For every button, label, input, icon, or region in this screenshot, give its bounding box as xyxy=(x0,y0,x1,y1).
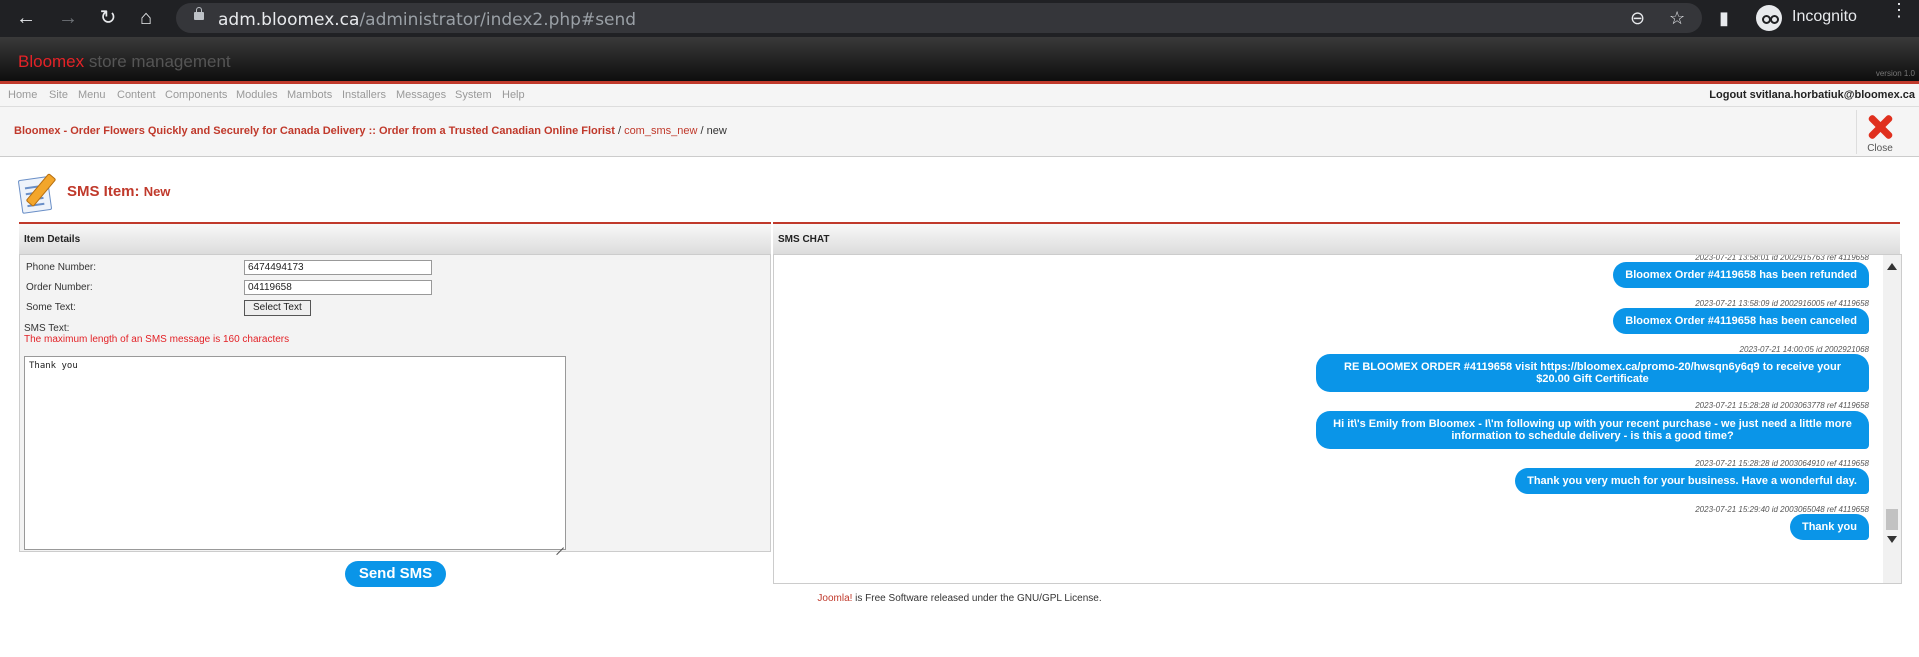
scroll-up-arrow-icon[interactable] xyxy=(1887,263,1897,270)
sms-text-input[interactable]: Thank you xyxy=(24,356,566,550)
message-meta: 2023-07-21 15:29:40 id 2003065048 ref 41… xyxy=(1695,505,1869,514)
message-meta: 2023-07-21 15:28:28 id 2003063778 ref 41… xyxy=(1695,401,1869,410)
select-text-button[interactable]: Select Text xyxy=(244,300,311,316)
menu-components[interactable]: Components xyxy=(165,89,227,101)
menu-installers[interactable]: Installers xyxy=(342,89,386,101)
chat-bubble: Hi it\'s Emily from Bloomex - I\'m follo… xyxy=(1316,411,1869,449)
max-length-hint: The maximum length of an SMS message is … xyxy=(24,334,290,345)
some-text-label: Some Text: xyxy=(26,302,76,313)
side-panel-icon[interactable]: ▮ xyxy=(1719,7,1729,29)
close-icon xyxy=(1865,112,1895,142)
order-number-label: Order Number: xyxy=(26,282,93,293)
address-bar[interactable]: adm.bloomex.ca/administrator/index2.php#… xyxy=(176,3,1702,33)
message-meta: 2023-07-21 13:58:01 id 2002915763 ref 41… xyxy=(1695,254,1869,262)
order-number-input[interactable] xyxy=(244,280,432,295)
message-meta: 2023-07-21 15:28:28 id 2003064910 ref 41… xyxy=(1695,459,1869,468)
phone-number-input[interactable] xyxy=(244,260,432,275)
menu-messages[interactable]: Messages xyxy=(396,89,446,101)
breadcrumb-separator: / xyxy=(614,125,625,137)
scroll-down-arrow-icon[interactable] xyxy=(1887,536,1897,543)
lock-icon xyxy=(194,7,204,20)
logout-link[interactable]: Logout svitlana.horbatiuk@bloomex.ca xyxy=(1709,89,1915,101)
breadcrumb-component[interactable]: com_sms_new xyxy=(624,125,697,137)
close-label: Close xyxy=(1867,143,1893,154)
breadcrumb: Bloomex - Order Flowers Quickly and Secu… xyxy=(14,125,727,137)
menu-site[interactable]: Site xyxy=(49,89,68,101)
back-arrow-icon[interactable]: ← xyxy=(14,6,38,30)
sms-chat-area[interactable]: 2023-07-21 13:58:01 id 2002915763 ref 41… xyxy=(773,254,1902,584)
browser-menu-icon[interactable]: ⋮ xyxy=(1890,1,1908,19)
menu-home[interactable]: Home xyxy=(8,89,37,101)
breadcrumb-site[interactable]: Bloomex - Order Flowers Quickly and Secu… xyxy=(14,125,615,137)
url-text: adm.bloomex.ca/administrator/index2.php#… xyxy=(218,10,636,30)
phone-number-label: Phone Number: xyxy=(26,262,97,273)
footer-text: is Free Software released under the GNU/… xyxy=(852,593,1102,604)
bookmark-star-icon[interactable]: ☆ xyxy=(1669,7,1685,29)
menu-modules[interactable]: Modules xyxy=(236,89,278,101)
url-path: /administrator/index2.php#send xyxy=(359,10,637,30)
menu-help[interactable]: Help xyxy=(502,89,525,101)
brand-tagline: store management xyxy=(88,52,231,71)
reload-icon[interactable]: ↻ xyxy=(96,6,120,30)
breadcrumb-separator: / xyxy=(697,125,707,137)
pathway-bar: Bloomex - Order Flowers Quickly and Secu… xyxy=(0,107,1919,157)
footer: Joomla! is Free Software released under … xyxy=(0,593,1919,604)
page-title-sub: New xyxy=(143,184,171,199)
url-host: adm.bloomex.ca xyxy=(218,10,360,30)
chat-bubble: Thank you very much for your business. H… xyxy=(1515,468,1869,494)
scroll-thumb[interactable] xyxy=(1886,509,1898,530)
chat-bubble-line: Hi it\'s Emily from Bloomex - I\'m follo… xyxy=(1333,418,1852,430)
joomla-link[interactable]: Joomla! xyxy=(817,593,852,604)
admin-menubar: Home Site Menu Content Components Module… xyxy=(0,84,1919,107)
profile-label[interactable]: Incognito xyxy=(1792,8,1857,26)
chat-scrollbar[interactable] xyxy=(1883,255,1901,583)
chat-bubble: RE BLOOMEX ORDER #4119658 visit https://… xyxy=(1316,354,1869,392)
version-label: version 1.0 xyxy=(1875,69,1915,78)
incognito-icon[interactable] xyxy=(1756,5,1782,31)
item-details-title: Item Details xyxy=(24,234,81,245)
chat-bubble-line: $20.00 Gift Certificate xyxy=(1536,373,1649,385)
chat-bubble: Thank you xyxy=(1789,514,1869,540)
sms-chat-header: SMS CHAT xyxy=(773,222,1900,254)
chat-bubble-line: RE BLOOMEX ORDER #4119658 visit https://… xyxy=(1344,361,1841,373)
sms-text-label: SMS Text: xyxy=(24,323,70,334)
admin-header: Bloomex store management version 1.0 xyxy=(0,37,1919,84)
message-meta: 2023-07-21 14:00:05 id 2002921068 xyxy=(1739,345,1869,354)
send-sms-button[interactable]: Send SMS xyxy=(345,561,446,587)
brand-logo: Bloomex store management xyxy=(18,52,231,72)
resize-handle-icon[interactable] xyxy=(554,538,564,548)
menu-system[interactable]: System xyxy=(455,89,492,101)
message-meta: 2023-07-21 13:58:09 id 2002916005 ref 41… xyxy=(1695,299,1869,308)
chat-bubble: Bloomex Order #4119658 has been canceled xyxy=(1613,308,1869,334)
item-details-form: Phone Number: Order Number: Some Text: S… xyxy=(19,254,771,552)
sms-chat-title: SMS CHAT xyxy=(778,234,830,245)
menu-menu[interactable]: Menu xyxy=(78,89,106,101)
zoom-icon[interactable]: ⊖ xyxy=(1630,7,1645,29)
close-button[interactable]: Close xyxy=(1856,110,1903,154)
menu-content[interactable]: Content xyxy=(117,89,156,101)
forward-arrow-icon[interactable]: → xyxy=(56,6,80,30)
menu-mambots[interactable]: Mambots xyxy=(287,89,332,101)
item-details-header: Item Details xyxy=(19,222,771,254)
chat-bubble-line: information to schedule delivery - is th… xyxy=(1451,430,1734,442)
page-title: SMS Item: New xyxy=(67,183,170,200)
breadcrumb-current: new xyxy=(706,125,727,137)
home-icon[interactable]: ⌂ xyxy=(134,6,158,30)
chat-bubble: Bloomex Order #4119658 has been refunded xyxy=(1613,262,1869,288)
sms-edit-icon xyxy=(17,172,58,214)
brand-name: Bloomex xyxy=(18,52,85,71)
page-title-main: SMS Item: xyxy=(67,183,140,200)
browser-toolbar: ← → ↻ ⌂ adm.bloomex.ca/administrator/ind… xyxy=(0,0,1919,37)
